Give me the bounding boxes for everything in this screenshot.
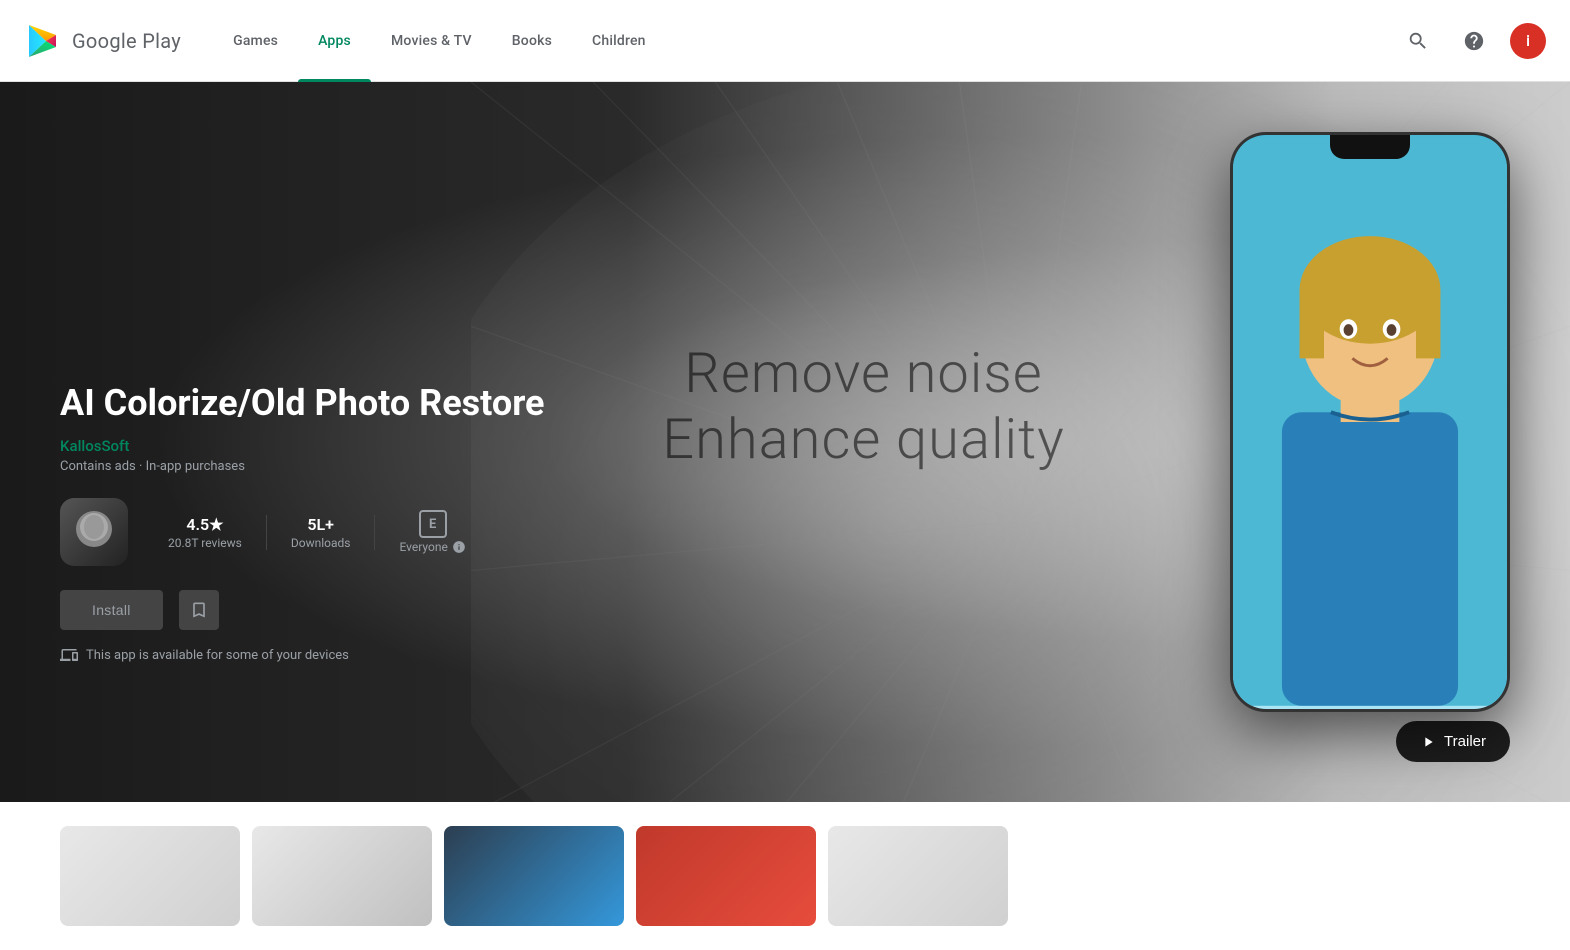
nav-item-apps[interactable]: Apps [298,0,371,82]
screenshot-2[interactable] [252,826,432,926]
devices-text: This app is available for some of your d… [86,648,349,663]
hero-tagline: Remove noise Enhance quality [662,340,1065,472]
app-meta: Contains ads · In-app purchases [60,459,544,474]
tagline-line2: Enhance quality [662,406,1065,472]
trailer-label: Trailer [1444,733,1486,750]
screenshot-4[interactable] [636,826,816,926]
help-icon [1463,30,1485,52]
user-avatar[interactable]: i [1510,23,1546,59]
downloads-label: Downloads [291,536,351,550]
hero-content: AI Colorize/Old Photo Restore KallosSoft… [0,82,604,802]
downloads-stat: 5L+ Downloads [267,515,376,550]
info-icon [452,540,466,554]
phone-frame [1230,132,1510,712]
phone-screen [1233,135,1507,709]
app-icon-svg [69,507,119,557]
install-button[interactable]: Install [60,590,163,630]
app-developer[interactable]: KallosSoft [60,437,544,455]
bookmark-icon [189,600,209,620]
downloads-value: 5L+ [307,515,334,534]
nav-item-children[interactable]: Children [572,0,666,82]
nav-item-games[interactable]: Games [213,0,298,82]
phone-notch [1330,135,1410,159]
nav-item-books[interactable]: Books [492,0,572,82]
phone-content-svg [1233,135,1507,709]
search-icon [1407,30,1429,52]
app-icon-image [60,498,128,566]
app-title: AI Colorize/Old Photo Restore [60,382,544,425]
bookmark-button[interactable] [179,590,219,630]
app-icon [60,498,128,566]
google-play-logo[interactable]: Google Play [24,21,181,61]
devices-message: This app is available for some of your d… [60,646,544,664]
tagline-line1: Remove noise [662,340,1065,406]
search-button[interactable] [1398,21,1438,61]
age-stat: E Everyone [375,510,489,554]
play-icon [1420,734,1436,750]
header-actions: i [1398,21,1546,61]
age-label: Everyone [399,540,465,554]
screenshot-3[interactable] [444,826,624,926]
trailer-button[interactable]: Trailer [1396,721,1510,762]
app-stats: 4.5★ 20.8T reviews 5L+ Downloads E Every… [60,498,544,566]
phone-mockup [1230,132,1510,712]
age-icon-val: E [419,510,447,538]
main-nav: Games Apps Movies & TV Books Children [213,0,1398,82]
screenshot-1[interactable] [60,826,240,926]
nav-item-movies[interactable]: Movies & TV [371,0,492,82]
rating-value: 4.5★ [186,515,223,534]
hero-section: Remove noise Enhance quality AI Colorize… [0,82,1570,802]
rating-stat: 4.5★ 20.8T reviews [144,515,267,550]
screenshot-5[interactable] [828,826,1008,926]
rating-label: 20.8T reviews [168,536,242,550]
stats-row: 4.5★ 20.8T reviews 5L+ Downloads E Every… [144,510,490,554]
header: Google Play Games Apps Movies & TV Books… [0,0,1570,82]
devices-icon [60,646,78,664]
screenshots-section [0,802,1570,950]
install-row: Install [60,590,544,630]
play-logo-icon [24,21,64,61]
logo-label: Google Play [72,29,181,53]
help-button[interactable] [1454,21,1494,61]
